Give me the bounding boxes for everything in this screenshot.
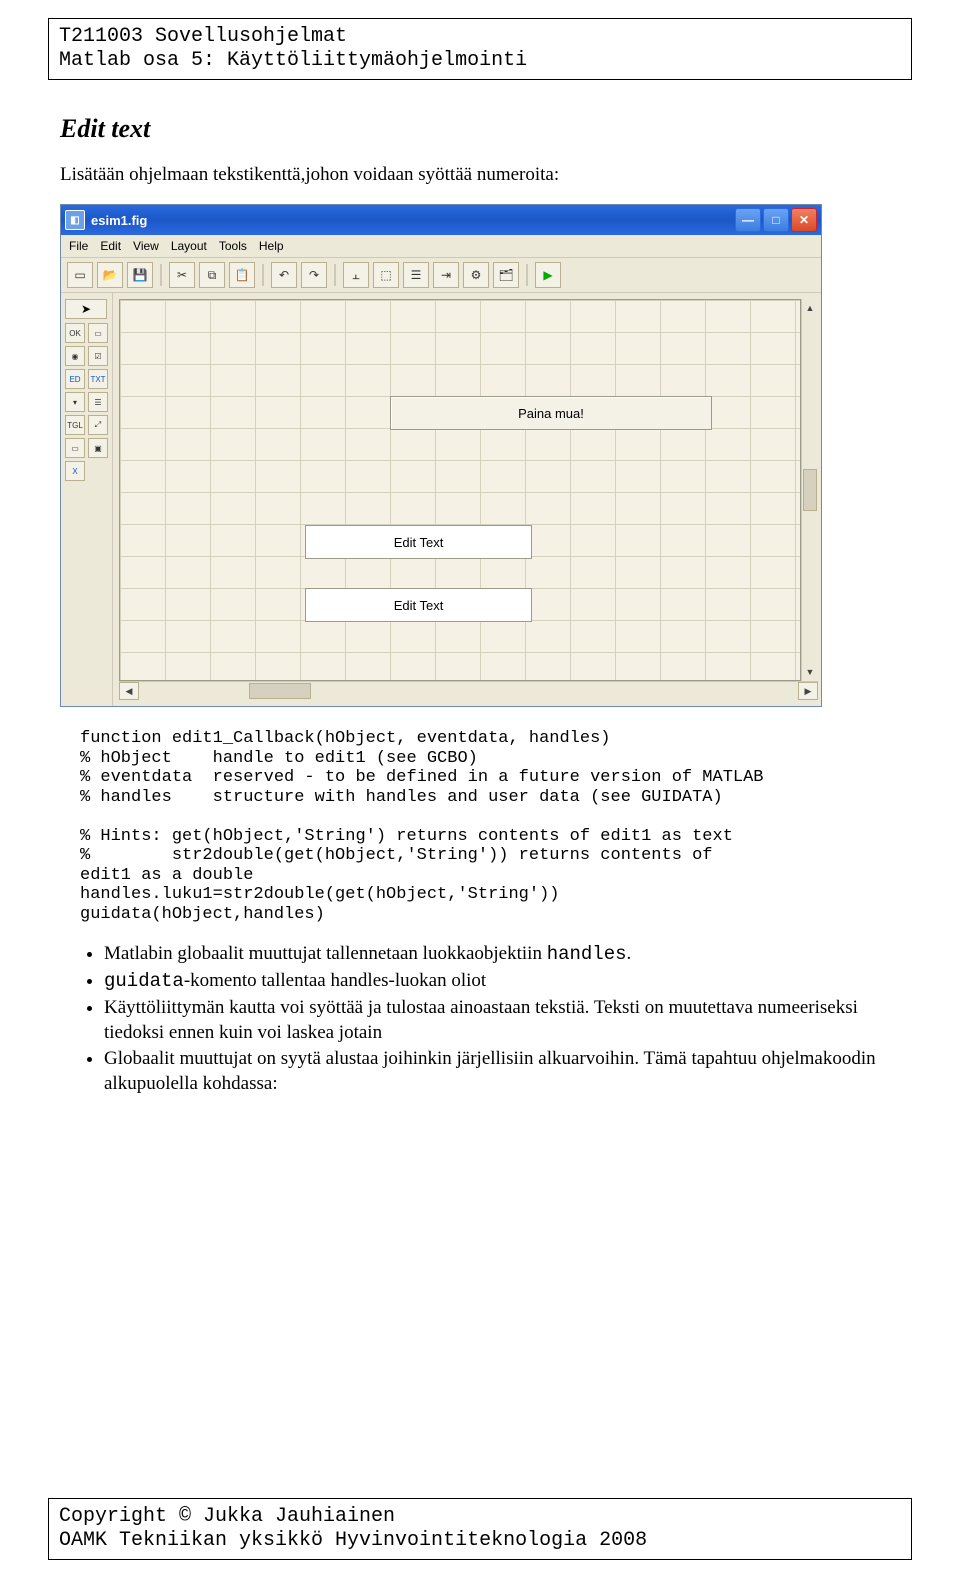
- toolbar-editor-icon[interactable]: ⚙: [463, 262, 489, 288]
- toggle-button-tool-icon[interactable]: TGL: [65, 415, 85, 435]
- scroll-down-icon[interactable]: ▼: [806, 667, 815, 677]
- push-button-tool-icon[interactable]: OK: [65, 323, 85, 343]
- canvas-edit-text-1[interactable]: Edit Text: [305, 525, 532, 559]
- reorder-icon[interactable]: ⬚: [373, 262, 399, 288]
- copy-icon[interactable]: ⧉: [199, 262, 225, 288]
- menu-edit[interactable]: Edit: [100, 239, 121, 253]
- canvas-edit-text-2-label: Edit Text: [394, 598, 444, 613]
- bullet-1-text-b: .: [627, 943, 632, 964]
- paste-icon[interactable]: 📋: [229, 262, 255, 288]
- menu-tools[interactable]: Tools: [219, 239, 247, 253]
- close-button[interactable]: ✕: [791, 208, 817, 232]
- check-box-tool-icon[interactable]: ☑: [88, 346, 108, 366]
- header-box: T211003 Sovellusohjelmat Matlab osa 5: K…: [48, 18, 912, 80]
- divider-icon: [334, 264, 336, 286]
- menu-help[interactable]: Help: [259, 239, 284, 253]
- activex-tool-icon[interactable]: X: [65, 461, 85, 481]
- scroll-thumb-horizontal[interactable]: [249, 683, 311, 699]
- menu-layout[interactable]: Layout: [171, 239, 207, 253]
- pop-up-tool-icon[interactable]: ▾: [65, 392, 85, 412]
- intro-text: Lisätään ohjelmaan tekstikenttä,johon vo…: [60, 164, 900, 186]
- select-tool-icon[interactable]: ➤: [65, 299, 107, 319]
- edit-text-tool-icon[interactable]: ED: [65, 369, 85, 389]
- scrollbar-horizontal[interactable]: ◀ ▶: [119, 681, 818, 700]
- save-icon[interactable]: 💾: [127, 262, 153, 288]
- menu-file[interactable]: File: [69, 239, 88, 253]
- tab-order-icon[interactable]: ⇥: [433, 262, 459, 288]
- bullet-1-text-a: Matlabin globaalit muuttujat tallennetaa…: [104, 943, 547, 964]
- bullet-3: Käyttöliittymän kautta voi syöttää ja tu…: [104, 996, 900, 1045]
- bullet-2: guidata-komento tallentaa handles-luokan…: [104, 969, 900, 994]
- guide-window: ◧ esim1.fig — □ ✕ File Edit View Layout …: [60, 204, 822, 707]
- titlebar: ◧ esim1.fig — □ ✕: [61, 205, 821, 235]
- menubar: File Edit View Layout Tools Help: [61, 235, 821, 258]
- slider-tool-icon[interactable]: ▭: [88, 323, 108, 343]
- bullet-4: Globaalit muuttujat on syytä alustaa joi…: [104, 1047, 900, 1096]
- radio-button-tool-icon[interactable]: ◉: [65, 346, 85, 366]
- cut-icon[interactable]: ✂: [169, 262, 195, 288]
- header-line1: T211003 Sovellusohjelmat: [59, 25, 901, 49]
- panel-tool-icon[interactable]: ▭: [65, 438, 85, 458]
- bullet-list: Matlabin globaalit muuttujat tallennetaa…: [80, 942, 900, 1096]
- button-group-tool-icon[interactable]: ▣: [88, 438, 108, 458]
- menu-editor-icon[interactable]: ☰: [403, 262, 429, 288]
- scroll-left-icon[interactable]: ◀: [119, 682, 139, 700]
- app-icon: ◧: [65, 210, 85, 230]
- open-icon[interactable]: 📂: [97, 262, 123, 288]
- bullet-1-code: handles: [547, 943, 627, 965]
- layout-canvas[interactable]: Paina mua! Edit Text Edit Text: [119, 299, 801, 681]
- header-line2: Matlab osa 5: Käyttöliittymäohjelmointi: [59, 49, 901, 73]
- align-icon[interactable]: ⫠: [343, 262, 369, 288]
- toolbar: ▭ 📂 💾 ✂ ⧉ 📋 ↶ ↷ ⫠ ⬚ ☰ ⇥ ⚙ 🗂 ▶: [61, 258, 821, 293]
- canvas-edit-text-2[interactable]: Edit Text: [305, 588, 532, 622]
- maximize-button[interactable]: □: [763, 208, 789, 232]
- footer-box: Copyright © Jukka Jauhiainen OAMK Teknii…: [48, 1498, 912, 1560]
- axes-tool-icon[interactable]: ⤢: [88, 415, 108, 435]
- bullet-1: Matlabin globaalit muuttujat tallennetaa…: [104, 942, 900, 967]
- window-title: esim1.fig: [91, 213, 735, 228]
- footer-line2: OAMK Tekniikan yksikkö Hyvinvointiteknol…: [59, 1529, 901, 1553]
- divider-icon: [262, 264, 264, 286]
- run-icon[interactable]: ▶: [535, 262, 561, 288]
- workbench: ➤ OK ▭ ◉ ☑ ED TXT ▾ ☰ TGL ⤢ ▭ ▣ X: [61, 293, 821, 706]
- undo-icon[interactable]: ↶: [271, 262, 297, 288]
- scroll-right-icon[interactable]: ▶: [798, 682, 818, 700]
- canvas-edit-text-1-label: Edit Text: [394, 535, 444, 550]
- minimize-button[interactable]: —: [735, 208, 761, 232]
- redo-icon[interactable]: ↷: [301, 262, 327, 288]
- bullet-2-text: -komento tallentaa handles-luokan oliot: [184, 970, 486, 991]
- object-browser-icon[interactable]: 🗂: [493, 262, 519, 288]
- bullet-2-code: guidata: [104, 970, 184, 992]
- palette: ➤ OK ▭ ◉ ☑ ED TXT ▾ ☰ TGL ⤢ ▭ ▣ X: [61, 293, 113, 706]
- section-title: Edit text: [60, 114, 900, 144]
- menu-view[interactable]: View: [133, 239, 159, 253]
- code-block: function edit1_Callback(hObject, eventda…: [80, 729, 900, 924]
- canvas-push-button-label: Paina mua!: [518, 406, 584, 421]
- scroll-thumb-vertical[interactable]: [803, 469, 817, 511]
- scroll-track: [311, 684, 798, 698]
- scroll-up-icon[interactable]: ▲: [806, 303, 815, 313]
- divider-icon: [160, 264, 162, 286]
- static-text-tool-icon[interactable]: TXT: [88, 369, 108, 389]
- footer-line1: Copyright © Jukka Jauhiainen: [59, 1505, 901, 1529]
- new-icon[interactable]: ▭: [67, 262, 93, 288]
- scrollbar-vertical[interactable]: ▲ ▼: [801, 299, 818, 681]
- canvas-push-button[interactable]: Paina mua!: [390, 396, 712, 430]
- divider-icon: [526, 264, 528, 286]
- listbox-tool-icon[interactable]: ☰: [88, 392, 108, 412]
